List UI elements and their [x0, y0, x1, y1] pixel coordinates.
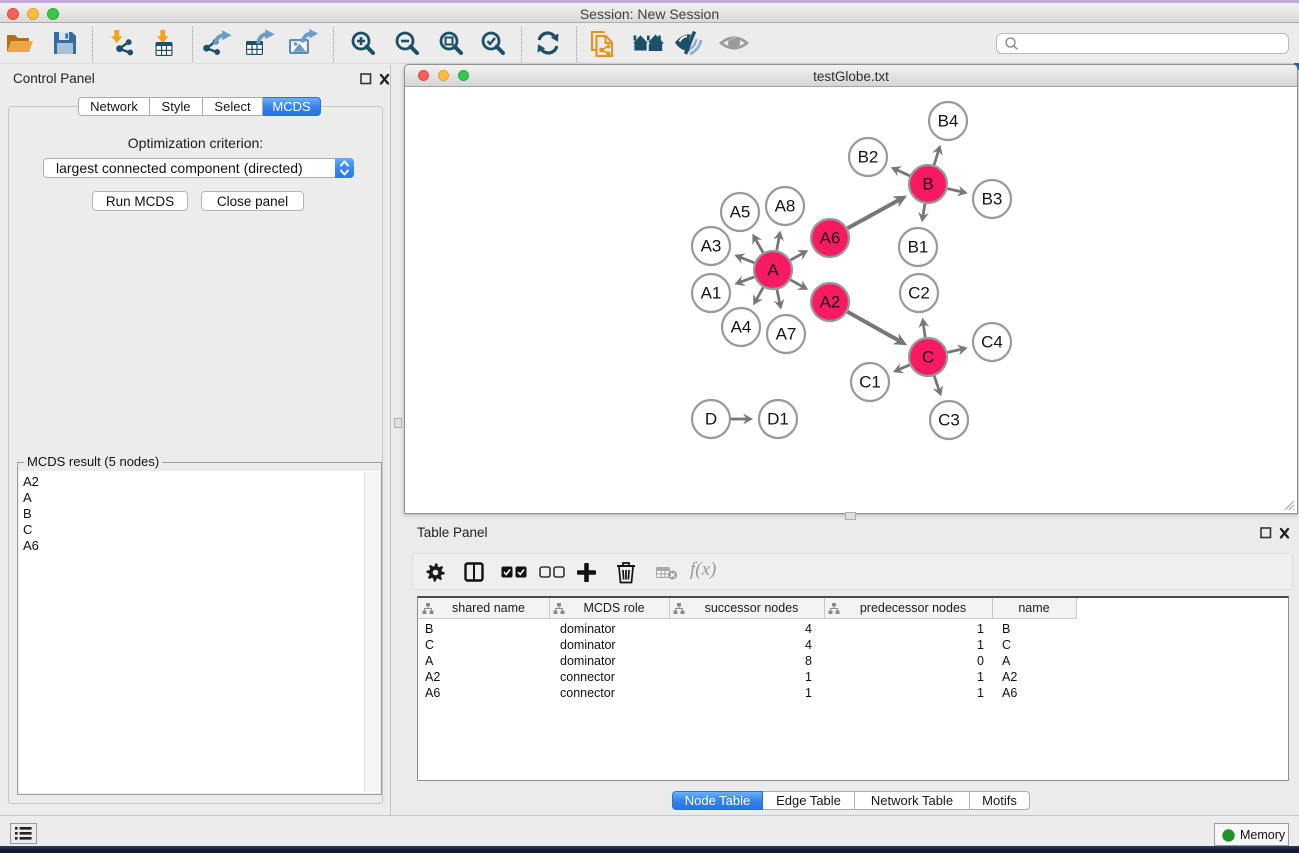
svg-text:A5: A5: [730, 203, 751, 222]
svg-text:C1: C1: [859, 373, 881, 392]
svg-text:A8: A8: [775, 197, 796, 216]
svg-text:A1: A1: [701, 284, 722, 303]
svg-text:B: B: [922, 175, 933, 194]
svg-text:A7: A7: [776, 325, 797, 344]
svg-text:A: A: [767, 261, 779, 280]
svg-text:A6: A6: [820, 229, 841, 248]
svg-text:C2: C2: [908, 284, 930, 303]
svg-text:B3: B3: [982, 190, 1003, 209]
svg-text:A4: A4: [731, 318, 752, 337]
svg-text:B4: B4: [938, 112, 959, 131]
svg-text:A2: A2: [820, 293, 841, 312]
svg-text:A3: A3: [701, 237, 722, 256]
svg-text:C3: C3: [938, 411, 960, 430]
svg-text:B2: B2: [858, 148, 879, 167]
svg-text:C4: C4: [981, 333, 1003, 352]
svg-text:C: C: [922, 348, 934, 367]
svg-text:D1: D1: [767, 410, 789, 429]
svg-text:B1: B1: [908, 238, 929, 257]
svg-text:D: D: [705, 410, 717, 429]
